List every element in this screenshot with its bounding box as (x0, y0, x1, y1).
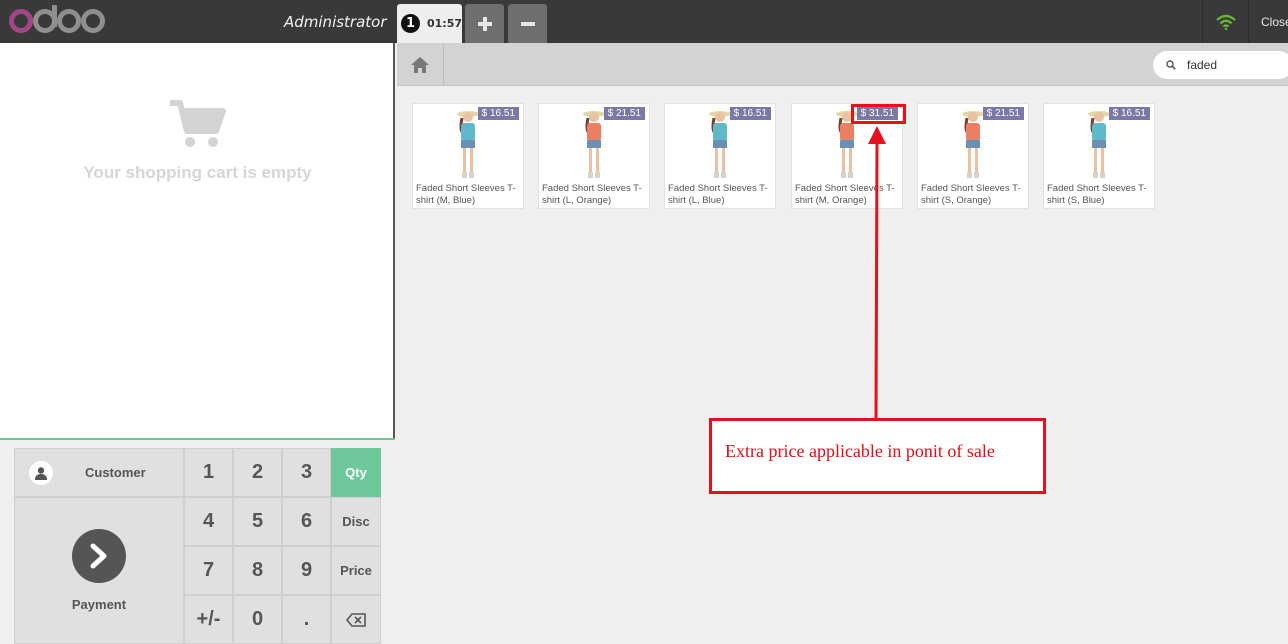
numpad-area: Customer Payment 1 2 3 Qty 4 5 6 Disc 7 … (0, 438, 395, 644)
numpad-key-8[interactable]: 8 (233, 546, 282, 595)
price-mode-button[interactable]: Price (331, 546, 381, 595)
product-screen: $ 16.51 Faded Short Sleeves T-shirt (M, B… (397, 43, 1288, 644)
product-name: Faded Short Sleeves T-shirt (M, Blue) (416, 183, 516, 206)
numpad-key-5[interactable]: 5 (233, 497, 282, 546)
product-name: Faded Short Sleeves T-shirt (L, Blue) (668, 183, 768, 206)
odoo-logo (6, 4, 106, 38)
product-name: Faded Short Sleeves T-shirt (S, Orange) (921, 183, 1021, 206)
product-name: Faded Short Sleeves T-shirt (L, Orange) (542, 183, 642, 206)
connection-status[interactable] (1202, 0, 1248, 43)
price-tag: $ 16.51 (1108, 107, 1150, 120)
search-input[interactable] (1187, 58, 1277, 72)
product-card[interactable]: $ 21.51 Faded Short Sleeves T-shirt (L, O… (538, 103, 650, 209)
numpad-key-4[interactable]: 4 (184, 497, 233, 546)
customer-label: Customer (85, 465, 146, 480)
order-tab[interactable]: 1 01:57 (397, 4, 462, 43)
payment-label: Payment (71, 597, 127, 612)
price-tag: $ 16.51 (477, 107, 519, 120)
payment-button[interactable]: Payment (14, 497, 184, 644)
order-panel: Your shopping cart is empty Customer Pay… (0, 43, 395, 644)
backspace-button[interactable] (331, 595, 381, 644)
price-tag: $ 16.51 (729, 107, 771, 120)
numpad-key-1[interactable]: 1 (184, 448, 233, 497)
wifi-icon (1215, 14, 1236, 30)
numpad-key-decimal[interactable]: . (282, 595, 331, 644)
numpad-key-9[interactable]: 9 (282, 546, 331, 595)
product-card[interactable]: $ 16.51 Faded Short Sleeves T-shirt (L, B… (664, 103, 776, 209)
qty-mode-button[interactable]: Qty (331, 448, 381, 497)
new-order-button[interactable] (465, 4, 504, 43)
product-card[interactable]: $ 16.51 Faded Short Sleeves T-shirt (M, B… (412, 103, 524, 209)
delete-order-button[interactable] (508, 4, 547, 43)
product-search[interactable] (1153, 51, 1288, 79)
username: Administrator (284, 13, 387, 31)
numpad-key-6[interactable]: 6 (282, 497, 331, 546)
shopping-cart-icon (170, 100, 226, 147)
home-icon (411, 56, 429, 73)
top-bar: Administrator 1 01:57 Close (0, 0, 1288, 43)
numpad-key-0[interactable]: 0 (233, 595, 282, 644)
price-highlight (851, 104, 906, 124)
product-name: Faded Short Sleeves T-shirt (S, Blue) (1047, 183, 1147, 206)
minus-icon (520, 21, 535, 26)
numpad-key-3[interactable]: 3 (282, 448, 331, 497)
order-time: 01:57 (426, 17, 462, 30)
chevron-right-icon (72, 529, 126, 583)
plus-icon (477, 16, 492, 31)
search-icon (1166, 60, 1176, 70)
price-tag: $ 21.51 (603, 107, 645, 120)
order-number: 1 (401, 14, 420, 33)
product-card[interactable]: $ 16.51 Faded Short Sleeves T-shirt (S, B… (1043, 103, 1155, 209)
home-category-button[interactable] (397, 43, 444, 86)
product-card[interactable]: $ 21.51 Faded Short Sleeves T-shirt (S, O… (917, 103, 1029, 209)
numpad-key-2[interactable]: 2 (233, 448, 282, 497)
category-bar (397, 43, 1288, 86)
annotation-text: Extra price applicable in ponit of sale (725, 441, 995, 461)
price-tag: $ 21.51 (982, 107, 1024, 120)
numpad-key-sign[interactable]: +/- (184, 595, 233, 644)
empty-cart-message: Your shopping cart is empty (83, 163, 312, 182)
product-name: Faded Short Sleeves T-shirt (M, Orange) (795, 183, 895, 206)
user-icon (29, 460, 53, 485)
customer-button[interactable]: Customer (14, 448, 184, 497)
close-button[interactable]: Close (1248, 0, 1288, 43)
disc-mode-button[interactable]: Disc (331, 497, 381, 546)
backspace-icon (346, 612, 366, 627)
numpad-key-7[interactable]: 7 (184, 546, 233, 595)
numpad: Customer Payment 1 2 3 Qty 4 5 6 Disc 7 … (14, 448, 381, 644)
annotation-callout: Extra price applicable in ponit of sale (709, 418, 1046, 494)
